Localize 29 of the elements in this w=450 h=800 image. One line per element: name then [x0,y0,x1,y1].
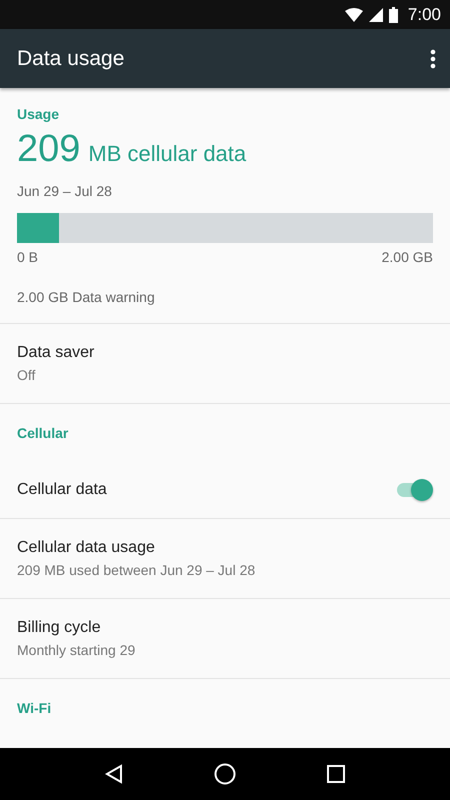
scale-max: 2.00 GB [382,249,433,265]
wifi-icon [344,8,363,22]
more-options-icon[interactable] [430,48,436,68]
item-title: Billing cycle [17,619,102,637]
item-summary: Off [17,367,36,383]
settings-item[interactable]: Cellular data usage 209 MB used between Jun 29 – Jul 28 [0,519,450,599]
battery-icon [388,6,398,22]
section-header: Cellular [17,424,68,440]
settings-item[interactable]: Billing cycle Monthly starting 29 [0,599,450,679]
signal-icon [368,8,383,22]
settings-item[interactable]: Data saver Off [0,324,450,404]
clock: 7:00 [408,4,441,24]
toggle-switch[interactable] [395,478,433,502]
scale-min: 0 B [17,249,38,265]
item-title: Cellular data usage [17,539,156,557]
usage-unit: MB cellular data [88,141,246,167]
home-icon[interactable] [214,763,236,785]
item-summary: Monthly starting 29 [17,642,136,658]
screen-title: Data usage [17,46,124,70]
back-icon[interactable] [105,764,124,784]
item-title: Data saver [17,344,96,362]
usage-amount: 209 [17,128,80,171]
item-title: Cellular data [17,480,107,498]
recents-icon[interactable] [326,765,345,783]
data-warning: 2.00 GB Data warning [17,289,156,305]
section-header: Usage [17,106,60,122]
usage-period: Jun 29 – Jul 28 [17,183,113,199]
item-summary: 209 MB used between Jun 29 – Jul 28 [17,562,256,578]
section-header: Wi-Fi [17,700,52,716]
